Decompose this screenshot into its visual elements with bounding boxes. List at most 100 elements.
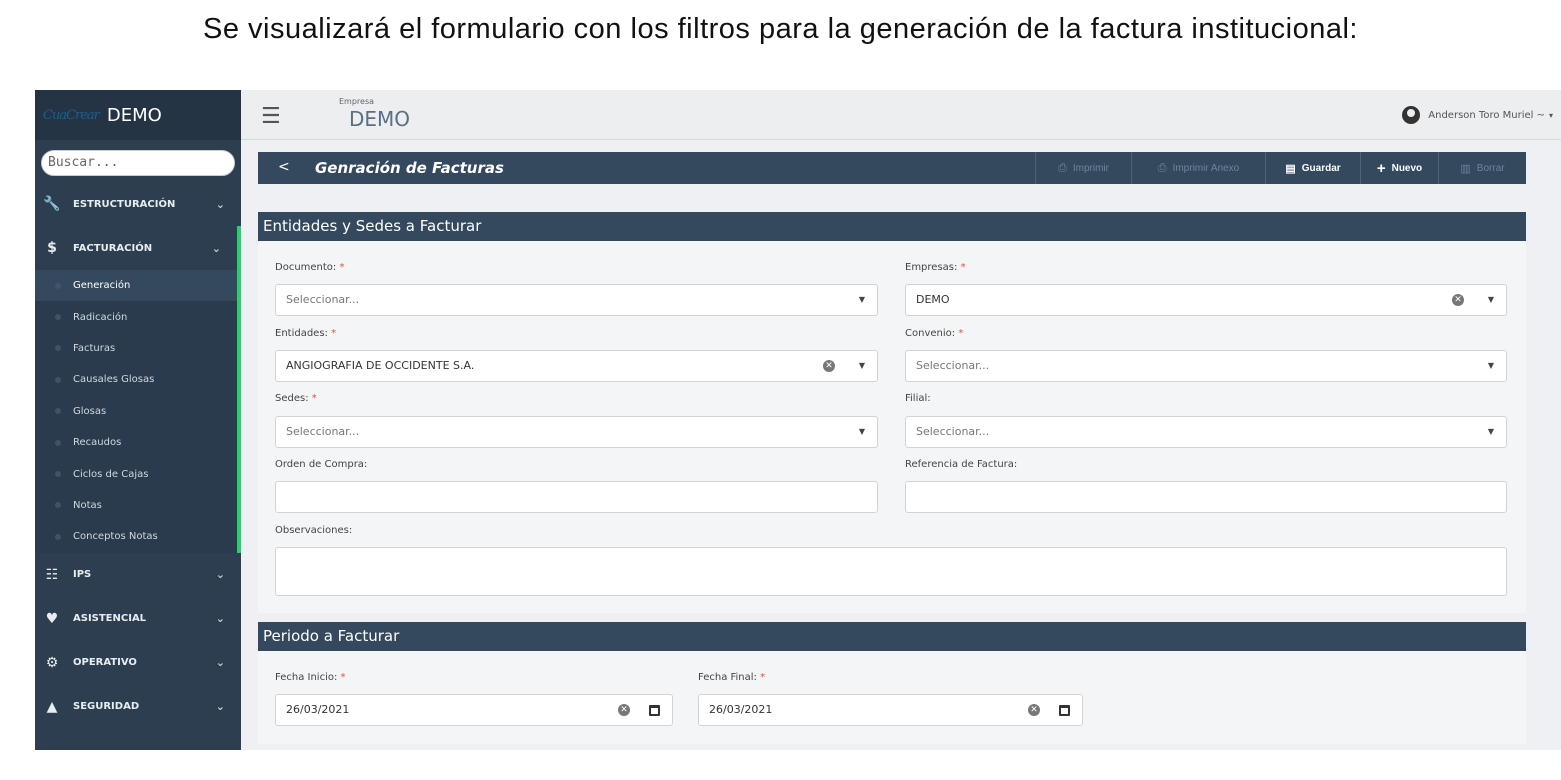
sidebar-item-label: Glosas xyxy=(73,405,107,417)
button-label: Imprimir xyxy=(1072,162,1109,174)
menu-ips[interactable]: ☷ IPS ⌄ xyxy=(35,553,241,597)
button-label: Borrar xyxy=(1476,162,1505,174)
section-entidades-panel: Documento: * Seleccionar... ▼ Empresas: *… xyxy=(258,241,1526,613)
clear-icon[interactable]: ✕ xyxy=(823,360,835,372)
heart-icon: ♥ xyxy=(45,610,59,627)
convenio-select[interactable]: Seleccionar... ▼ xyxy=(905,350,1507,382)
back-button[interactable]: < xyxy=(278,159,290,175)
filial-label: Filial: xyxy=(905,393,931,404)
referencia-factura-label: Referencia de Factura: xyxy=(905,459,1018,470)
page-titlebar: < Genración de Facturas ⎙ Imprimir ⎙ Impri… xyxy=(258,152,1526,184)
sidebar-item-radicacion[interactable]: Radicación xyxy=(35,301,237,332)
sidebar-item-notas[interactable]: Notas xyxy=(35,490,237,521)
chevron-down-icon: ⌄ xyxy=(211,241,221,255)
button-label: Imprimir Anexo xyxy=(1172,162,1240,174)
sedes-select[interactable]: Seleccionar... ▼ xyxy=(275,416,878,448)
sidebar-item-label: Facturas xyxy=(73,342,116,354)
fecha-final-label: Fecha Final: * xyxy=(698,672,766,683)
clear-icon[interactable]: ✕ xyxy=(1028,704,1040,716)
imprimir-anexo-button[interactable]: ⎙ Imprimir Anexo xyxy=(1131,152,1265,184)
app-logo: CuaCrear xyxy=(43,107,100,123)
bullet-icon xyxy=(55,533,61,540)
instruction-caption: Se visualizará el formulario con los fil… xyxy=(202,13,1358,45)
clear-icon[interactable]: ✕ xyxy=(1452,294,1464,306)
orden-compra-input[interactable] xyxy=(275,481,878,513)
referencia-factura-input[interactable] xyxy=(905,481,1507,513)
gears-icon: ⚙ xyxy=(45,654,59,671)
empresas-select[interactable]: DEMO ✕ ▼ xyxy=(905,284,1507,316)
sidebar-item-ciclos-cajas[interactable]: Ciclos de Cajas xyxy=(35,458,237,489)
bullet-icon xyxy=(55,376,61,383)
brand-name: DEMO xyxy=(106,104,162,126)
sidebar-item-conceptos-notas[interactable]: Conceptos Notas xyxy=(35,521,237,552)
caret-down-icon: ▼ xyxy=(1487,361,1494,370)
menu-label: SEGURIDAD xyxy=(73,701,140,713)
orden-compra-label: Orden de Compra: xyxy=(275,459,368,470)
menu-estructuracion[interactable]: 🔧 ESTRUCTURACIÓN ⌄ xyxy=(35,182,241,226)
clear-icon[interactable]: ✕ xyxy=(618,704,630,716)
filial-select[interactable]: Seleccionar... ▼ xyxy=(905,416,1507,448)
entidades-select[interactable]: ANGIOGRAFIA DE OCCIDENTE S.A. ✕ ▼ xyxy=(275,350,878,382)
guardar-button[interactable]: ▤ Guardar xyxy=(1265,152,1360,184)
borrar-button[interactable]: ▥ Borrar xyxy=(1438,152,1526,184)
button-label: Nuevo xyxy=(1391,162,1423,174)
sidebar-item-glosas[interactable]: Glosas xyxy=(35,396,237,427)
bullet-icon xyxy=(55,314,61,321)
sidebar-item-label: Recaudos xyxy=(73,437,122,449)
menu-label: ASISTENCIAL xyxy=(73,613,147,625)
menu-label: IPS xyxy=(73,569,92,581)
dollar-icon: $ xyxy=(47,240,57,256)
caret-down-icon: ▼ xyxy=(1487,427,1494,436)
chevron-down-icon: ⌄ xyxy=(215,656,225,670)
convenio-label: Convenio: * xyxy=(905,328,964,339)
caret-down-icon: ▼ xyxy=(858,427,865,436)
fecha-inicio-input[interactable]: 26/03/2021 ✕ xyxy=(275,694,673,726)
lock-icon: ▲ xyxy=(46,698,58,715)
menu-asistencial[interactable]: ♥ ASISTENCIAL ⌄ xyxy=(35,597,241,641)
chevron-down-icon: ⌄ xyxy=(215,700,225,714)
sidebar-item-label: Ciclos de Cajas xyxy=(73,468,149,480)
chevron-down-icon: ⌄ xyxy=(215,197,225,211)
sidebar-item-label: Notas xyxy=(73,499,102,511)
menu-operativo[interactable]: ⚙ OPERATIVO ⌄ xyxy=(35,641,241,685)
caret-down-icon: ▼ xyxy=(1487,295,1494,304)
documento-select[interactable]: Seleccionar... ▼ xyxy=(275,284,878,316)
user-menu[interactable]: Anderson Toro Muriel ~ ▾ xyxy=(1402,106,1553,124)
menu-facturacion[interactable]: $ FACTURACIÓN ⌄ xyxy=(35,226,241,270)
section-periodo-header: Periodo a Facturar xyxy=(258,622,1526,651)
sidebar-item-label: Conceptos Notas xyxy=(73,531,158,543)
calendar-icon[interactable] xyxy=(1059,705,1070,716)
sidebar-item-causales-glosas[interactable]: Causales Glosas xyxy=(35,364,237,395)
fecha-final-input[interactable]: 26/03/2021 ✕ xyxy=(698,694,1083,726)
observaciones-textarea[interactable] xyxy=(275,547,1507,596)
user-avatar-icon xyxy=(1402,106,1421,124)
sidebar-item-label: Causales Glosas xyxy=(73,374,155,386)
sidebar: CuaCrear DEMO Buscar... 🔧 ESTRUCTURACIÓN… xyxy=(35,90,241,750)
plus-icon: + xyxy=(1376,159,1386,177)
menu-label: FACTURACIÓN xyxy=(73,242,153,254)
menu-label: ESTRUCTURACIÓN xyxy=(73,198,176,210)
nuevo-button[interactable]: + Nuevo xyxy=(1360,152,1438,184)
bullet-icon xyxy=(55,345,61,352)
imprimir-button[interactable]: ⎙ Imprimir xyxy=(1035,152,1131,184)
sidebar-item-generacion[interactable]: Generación xyxy=(35,270,237,302)
facturacion-submenu: Generación Radicación Facturas Causales … xyxy=(35,270,241,553)
sidebar-brand[interactable]: CuaCrear DEMO xyxy=(35,90,241,140)
sidebar-search-input[interactable]: Buscar... xyxy=(41,150,235,176)
company-name: DEMO xyxy=(349,107,411,131)
company-label: Empresa xyxy=(339,97,375,106)
calendar-icon[interactable] xyxy=(649,705,660,716)
sidebar-item-recaudos[interactable]: Recaudos xyxy=(35,427,237,458)
bullet-icon xyxy=(55,502,61,509)
user-name: Anderson Toro Muriel ~ xyxy=(1428,109,1545,121)
menu-seguridad[interactable]: ▲ SEGURIDAD ⌄ xyxy=(35,685,241,729)
fecha-inicio-label: Fecha Inicio: * xyxy=(275,672,346,683)
sidebar-item-facturas[interactable]: Facturas xyxy=(35,333,237,364)
entidades-label: Entidades: * xyxy=(275,328,337,339)
sedes-label: Sedes: * xyxy=(275,393,317,404)
empresas-label: Empresas: * xyxy=(905,262,966,273)
hamburger-menu-icon[interactable]: ☰ xyxy=(261,104,281,129)
menu-label: OPERATIVO xyxy=(73,657,137,669)
printer-icon: ⎙ xyxy=(1157,161,1167,174)
page-title: Genración de Facturas xyxy=(315,159,504,177)
